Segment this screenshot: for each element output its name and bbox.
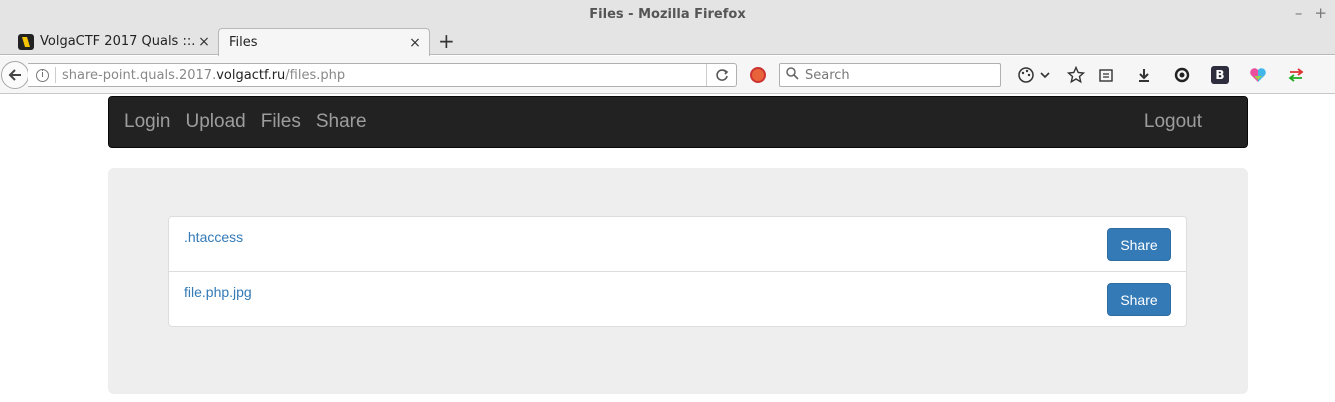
url-domain: volgactf.ru (216, 67, 286, 83)
url-text[interactable]: share-point.quals.2017.volgactf.ru/files… (62, 68, 706, 83)
list-item: .htaccess Share (169, 217, 1186, 272)
maximize-button[interactable]: + (1314, 4, 1327, 22)
site-navbar: Login Upload Files Share Logout (108, 96, 1248, 148)
reader-icon[interactable] (1092, 62, 1120, 88)
new-tab-button[interactable]: + (438, 29, 455, 53)
url-prefix: share-point.quals.2017. (62, 67, 217, 83)
search-placeholder: Search (805, 67, 850, 83)
list-item: file.php.jpg Share (169, 272, 1186, 326)
minimize-button[interactable]: – (1295, 4, 1303, 22)
arrows-icon[interactable] (1282, 62, 1310, 88)
search-icon (786, 66, 799, 84)
nav-link-share[interactable]: Share (316, 111, 367, 133)
tab-files[interactable]: Files × (218, 28, 430, 56)
url-path: /files.php (285, 67, 346, 83)
nav-link-logout[interactable]: Logout (1144, 111, 1202, 133)
url-bar[interactable]: i share-point.quals.2017.volgactf.ru/fil… (28, 63, 737, 87)
tab-label: Files (229, 35, 258, 50)
reload-icon[interactable] (706, 64, 736, 86)
nav-link-login[interactable]: Login (124, 111, 171, 133)
file-link[interactable]: file.php.jpg (184, 284, 252, 300)
star-icon[interactable] (1062, 62, 1090, 88)
palette-icon[interactable] (1012, 62, 1040, 88)
download-icon[interactable] (1130, 62, 1158, 88)
tab-close-icon[interactable]: × (194, 34, 214, 50)
noscript-icon[interactable] (750, 67, 766, 83)
file-list: .htaccess Share file.php.jpg Share (168, 216, 1187, 327)
files-panel: .htaccess Share file.php.jpg Share (108, 168, 1248, 394)
tab-label: VolgaCTF 2017 Quals ::... (40, 34, 194, 49)
nav-link-files[interactable]: Files (261, 111, 301, 133)
tab-strip: VolgaCTF 2017 Quals ::... × Files × + (0, 28, 1335, 56)
sync-icon[interactable] (1168, 62, 1196, 88)
tab-close-icon[interactable]: × (405, 35, 425, 51)
window-title: Files - Mozilla Firefox (589, 6, 746, 22)
share-button[interactable]: Share (1107, 228, 1171, 261)
site-nav-links: Login Upload Files Share (124, 97, 382, 147)
volgactf-favicon-icon (18, 33, 34, 50)
tab-volgactf[interactable]: VolgaCTF 2017 Quals ::... × (8, 28, 218, 55)
url-separator (55, 67, 56, 83)
window-controls: – + (1295, 4, 1327, 22)
back-arrow-icon (8, 69, 21, 81)
chevron-down-icon[interactable] (1038, 62, 1052, 88)
nav-link-upload[interactable]: Upload (186, 111, 246, 133)
toolbar-icons: B (1012, 62, 1320, 88)
search-input[interactable]: Search (779, 63, 1001, 87)
share-button[interactable]: Share (1107, 283, 1171, 316)
back-button[interactable] (1, 61, 29, 89)
site-info-icon[interactable]: i (36, 68, 49, 82)
window-titlebar: Files - Mozilla Firefox – + (0, 0, 1335, 28)
colorful-heart-icon[interactable] (1244, 62, 1272, 88)
bootstrap-icon[interactable]: B (1211, 66, 1229, 84)
file-link[interactable]: .htaccess (184, 229, 243, 245)
